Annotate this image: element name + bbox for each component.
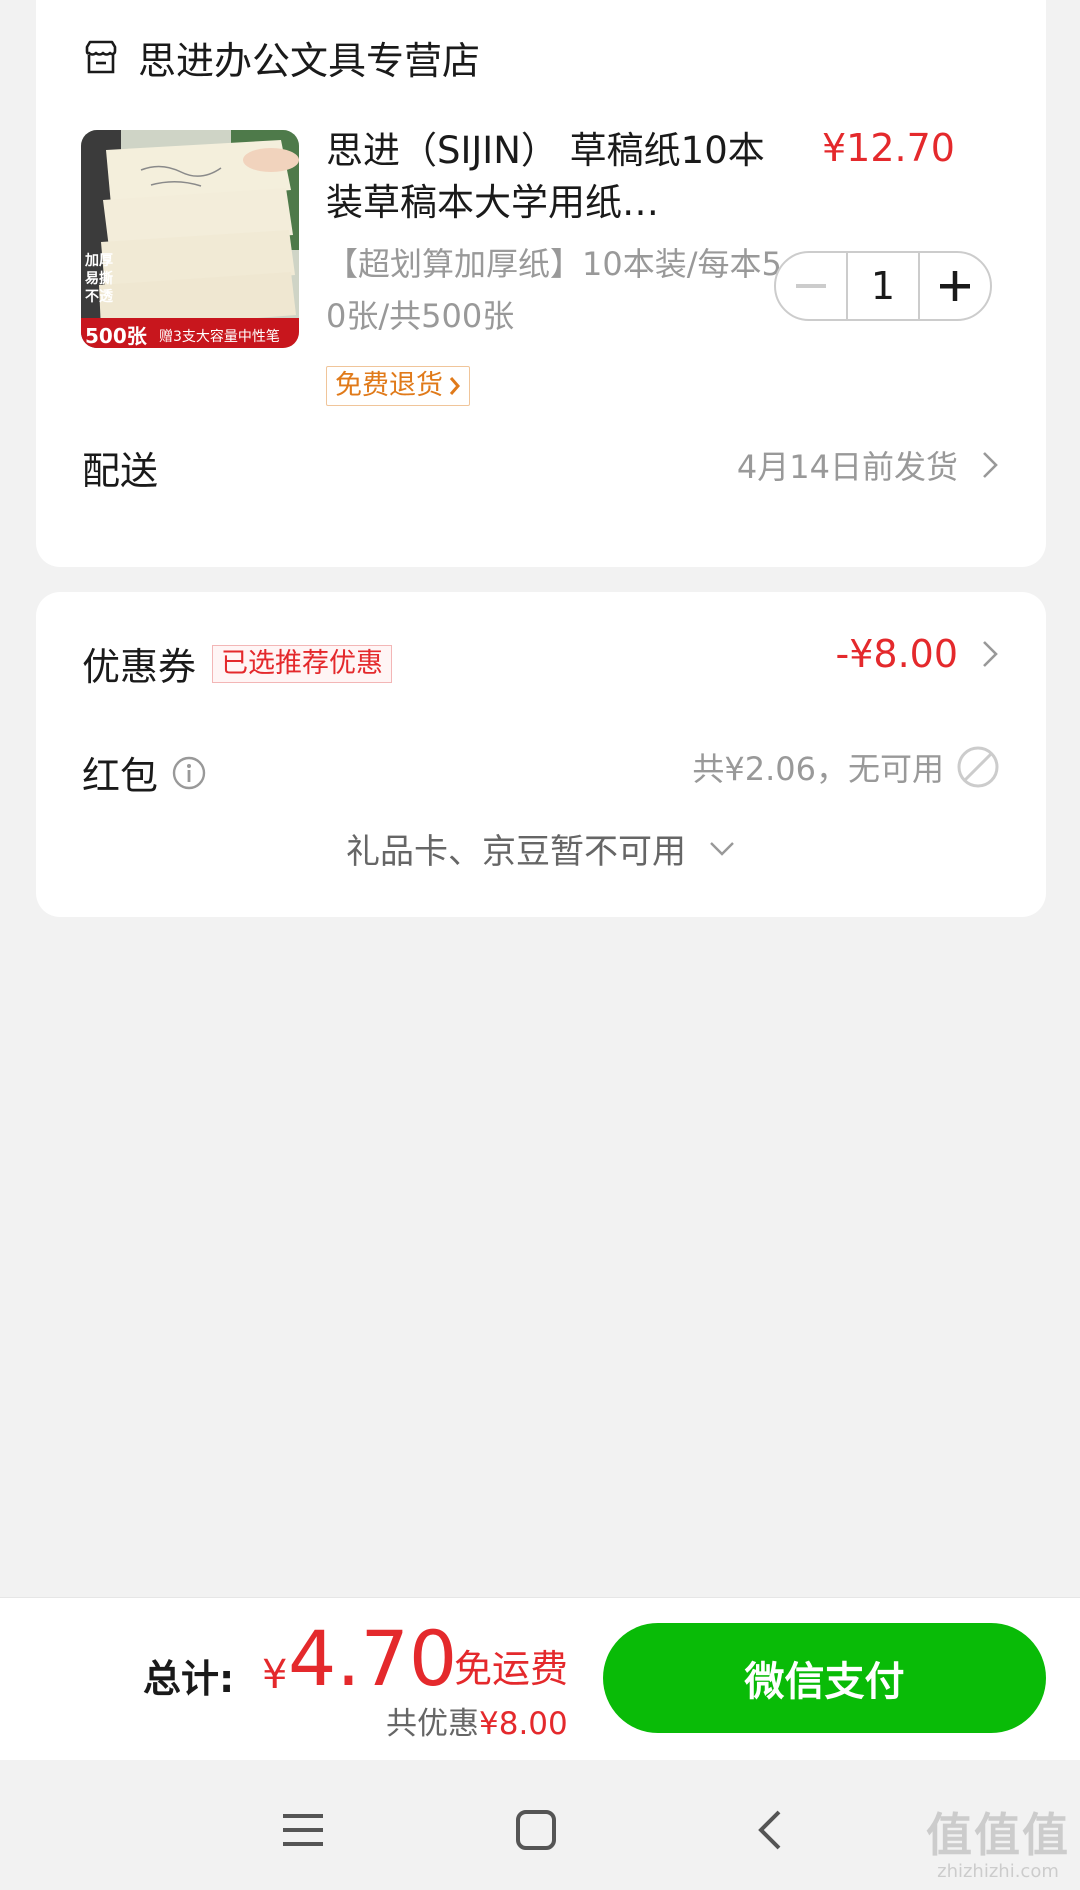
image-promo: 赠3支大容量中性笔 [159,329,280,345]
free-shipping-label: 免运费 [454,1647,569,1691]
total-amount: 4.70 [288,1614,458,1703]
saved-amount: ¥8.00 [479,1706,568,1742]
coupon-badge: 已选推荐优惠 [212,644,393,683]
store-header[interactable]: 思进办公文具专营店 [82,30,480,85]
coupon-label-group: 优惠券 已选推荐优惠 [82,636,393,691]
image-tag-1: 加厚 [85,253,113,269]
info-icon[interactable] [172,756,206,790]
chevron-down-icon [710,841,734,856]
saved-line: 共优惠¥8.00 [386,1698,568,1743]
increase-button[interactable] [920,253,990,319]
chevron-right-icon [983,641,998,667]
home-button[interactable] [506,1800,566,1860]
wechat-pay-button[interactable]: 微信支付 [603,1623,1046,1733]
minus-icon [796,284,826,288]
unavailable-icon [957,746,999,788]
chevron-right-icon [983,452,998,478]
coupon-amount: -¥8.00 [835,632,959,676]
quantity-stepper: 1 [774,251,992,321]
order-card: 思进办公文具专营店 加厚 易撕 不透 500张 赠3支大容量中性笔 思进（SIJ… [36,0,1046,567]
free-return-label: 免费退货 [335,370,443,401]
store-icon [85,40,117,73]
decrease-button[interactable] [776,253,846,319]
coupon-row[interactable]: -¥8.00 [836,632,1001,676]
total-label: 总计: [143,1657,235,1701]
menu-icon [283,1814,323,1846]
delivery-row[interactable]: 4月14日前发货 [737,442,1000,488]
discount-card: 优惠券 已选推荐优惠 -¥8.00 红包 共¥2.06，无可用 礼品卡、京豆暂不… [36,592,1046,917]
watermark-logo: 值值值 [926,1808,1070,1862]
chevron-right-icon [449,377,460,395]
free-return-badge[interactable]: 免费退货 [326,366,470,406]
total-currency: ¥ [262,1652,288,1698]
product-price: ¥12.70 [822,126,955,170]
watermark-domain: zhizhizhi.com [937,1861,1059,1882]
delivery-value: 4月14日前发货 [736,448,958,486]
product-title[interactable]: 思进（SIJIN） 草稿纸10本装草稿本大学用纸… [326,125,766,229]
red-packet-label-group: 红包 [82,745,206,800]
image-tag-2: 易撕 [85,271,113,287]
product-spec[interactable]: 【超划算加厚纸】10本装/每本50张/共500张 [326,238,796,342]
image-tag-3: 不透 [85,289,113,305]
back-icon [758,1810,781,1850]
red-packet-value: 共¥2.06，无可用 [692,750,944,788]
menu-button[interactable] [273,1800,333,1860]
plus-icon [940,271,970,301]
product-image[interactable]: 加厚 易撕 不透 500张 赠3支大容量中性笔 [81,130,299,348]
saved-prefix: 共优惠 [386,1706,479,1742]
delivery-label: 配送 [82,449,159,493]
coupon-label: 优惠券 [82,645,197,689]
quantity-value[interactable]: 1 [846,253,920,319]
system-nav-bar: 值值值 zhizhizhi.com [0,1760,1080,1890]
store-name: 思进办公文具专营店 [138,39,481,83]
red-packet-label: 红包 [82,754,159,798]
image-count: 500张 [85,324,147,348]
gift-card-row[interactable]: 礼品卡、京豆暂不可用 [36,824,1046,873]
checkout-bar: 总计: ¥ 4.70 免运费 共优惠¥8.00 微信支付 [0,1597,1080,1760]
watermark: 值值值 zhizhizhi.com [926,1809,1070,1882]
back-button[interactable] [740,1800,800,1860]
red-packet-row[interactable]: 共¥2.06，无可用 [692,744,1000,790]
gift-card-label: 礼品卡、京豆暂不可用 [346,832,686,872]
home-icon [516,1810,556,1850]
